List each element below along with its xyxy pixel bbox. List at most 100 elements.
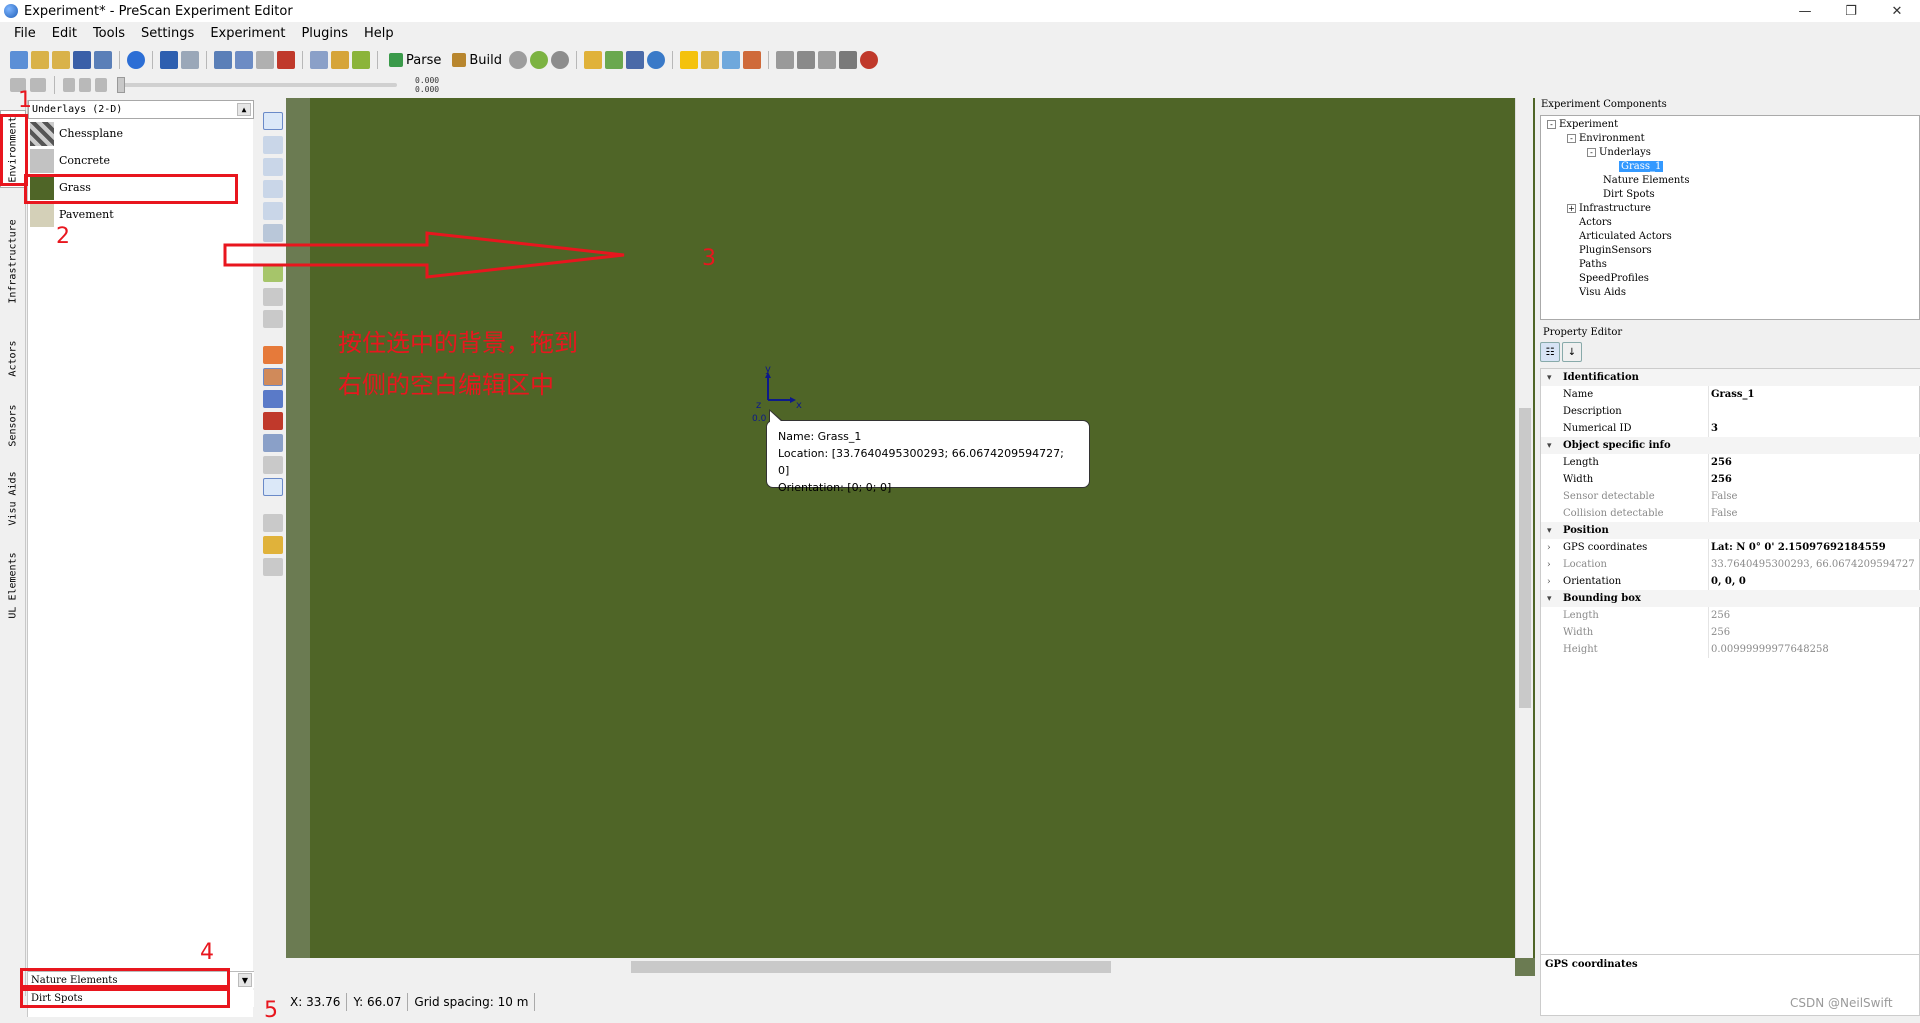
menu-edit[interactable]: Edit bbox=[44, 24, 85, 44]
tree-node-paths[interactable]: Paths bbox=[1579, 258, 1607, 272]
tab-infrastructure[interactable]: Infrastructure bbox=[0, 211, 26, 311]
help-icon[interactable] bbox=[127, 51, 145, 69]
tab-ul-elements[interactable]: UL Elements bbox=[0, 540, 26, 630]
curve-tool-icon[interactable] bbox=[263, 288, 283, 306]
spline-tool-icon[interactable] bbox=[263, 558, 283, 576]
printer-icon[interactable] bbox=[838, 51, 857, 69]
globe-gray-icon[interactable] bbox=[508, 51, 527, 69]
cut-icon[interactable] bbox=[214, 51, 232, 69]
save-as-icon[interactable] bbox=[94, 51, 112, 69]
play-icon[interactable] bbox=[63, 78, 75, 92]
parse-button[interactable]: Parse bbox=[385, 49, 445, 71]
library-item-chessplane[interactable]: Chessplane bbox=[30, 121, 230, 146]
property-row-sensor-detectable[interactable]: Sensor detectable False bbox=[1541, 488, 1920, 505]
sensor-tool-icon[interactable] bbox=[263, 346, 283, 364]
tree-node-underlays[interactable]: - Underlays bbox=[1587, 146, 1651, 160]
new-icon[interactable] bbox=[10, 51, 28, 69]
open-icon[interactable] bbox=[31, 51, 49, 69]
cloud-icon[interactable] bbox=[700, 51, 719, 69]
tree-node-experiment[interactable]: - Experiment bbox=[1547, 118, 1618, 132]
property-row-location[interactable]: › Location 33.7640495300293, 66.0674209594… bbox=[1541, 556, 1920, 573]
tree-node-articulated-actors[interactable]: Articulated Actors bbox=[1579, 230, 1672, 244]
tab-environment[interactable]: Environment bbox=[0, 110, 26, 188]
path-icon[interactable] bbox=[604, 51, 623, 69]
zoom-window-icon[interactable] bbox=[263, 180, 283, 198]
arc-tool-icon[interactable] bbox=[263, 456, 283, 474]
save-icon[interactable] bbox=[73, 51, 91, 69]
property-row-orientation[interactable]: › Orientation 0, 0, 0 bbox=[1541, 573, 1920, 590]
camera-tool-icon[interactable] bbox=[263, 390, 283, 408]
property-category-bounding-box[interactable]: ▾ Bounding box bbox=[1541, 590, 1920, 607]
canvas-vertical-scrollbar[interactable] bbox=[1515, 98, 1533, 958]
sphere-icon[interactable] bbox=[550, 51, 569, 69]
close-button[interactable]: ✕ bbox=[1874, 0, 1920, 22]
chart-icon[interactable] bbox=[775, 51, 794, 69]
horizontal-scroll-thumb[interactable] bbox=[631, 961, 1111, 973]
step-icon[interactable] bbox=[30, 78, 46, 92]
color-tool-icon[interactable] bbox=[263, 536, 283, 554]
collapse-up-icon[interactable]: ▲ bbox=[237, 103, 251, 116]
time-slider[interactable] bbox=[117, 77, 397, 93]
grass-underlay[interactable] bbox=[310, 98, 1535, 958]
sensor-tool-2-icon[interactable] bbox=[263, 368, 283, 386]
image-icon[interactable] bbox=[742, 51, 761, 69]
vertical-scroll-thumb[interactable] bbox=[1519, 408, 1531, 708]
menu-experiment[interactable]: Experiment bbox=[202, 24, 293, 44]
alphabetical-sort-icon[interactable]: ↓ bbox=[1562, 342, 1582, 362]
tab-actors[interactable]: Actors bbox=[0, 328, 26, 388]
time-slider-thumb[interactable] bbox=[117, 77, 125, 93]
open-folder-icon[interactable] bbox=[52, 51, 70, 69]
star-icon[interactable] bbox=[679, 51, 698, 69]
categorized-view-icon[interactable]: ☷ bbox=[1540, 342, 1560, 362]
grid-icon[interactable] bbox=[625, 51, 644, 69]
rewind-icon[interactable] bbox=[95, 78, 107, 92]
tree-node-grass-1[interactable]: Grass_1 bbox=[1619, 160, 1664, 174]
menu-settings[interactable]: Settings bbox=[133, 24, 202, 44]
zoom-fit-icon[interactable] bbox=[263, 202, 283, 220]
property-row-bbox-width[interactable]: Width 256 bbox=[1541, 624, 1920, 641]
library-item-grass[interactable]: Grass bbox=[30, 175, 230, 200]
camera-icon[interactable] bbox=[796, 51, 815, 69]
node-tool-icon[interactable] bbox=[263, 310, 283, 328]
property-row-numerical-id[interactable]: Numerical ID 3 bbox=[1541, 420, 1920, 437]
tree-node-environment[interactable]: - Environment bbox=[1567, 132, 1645, 146]
redo-icon[interactable] bbox=[181, 51, 199, 69]
build-button[interactable]: Build bbox=[448, 49, 506, 71]
number-tool-icon[interactable] bbox=[263, 514, 283, 532]
weather-icon[interactable] bbox=[721, 51, 740, 69]
select-all-icon[interactable] bbox=[310, 51, 328, 69]
property-row-gps[interactable]: › GPS coordinates Lat: N 0° 0' 2.150976921… bbox=[1541, 539, 1920, 556]
tree-node-actors[interactable]: Actors bbox=[1579, 216, 1612, 230]
property-row-collision-detectable[interactable]: Collision detectable False bbox=[1541, 505, 1920, 522]
radar-tool-icon[interactable] bbox=[263, 412, 283, 430]
property-category-object-info[interactable]: ▾ Object specific info bbox=[1541, 437, 1920, 454]
property-row-length[interactable]: Length 256 bbox=[1541, 454, 1920, 471]
ruler-icon[interactable] bbox=[583, 51, 602, 69]
tree-node-nature-elements[interactable]: Nature Elements bbox=[1603, 174, 1689, 188]
tree-node-speed-profiles[interactable]: SpeedProfiles bbox=[1579, 272, 1649, 286]
minimize-button[interactable]: — bbox=[1782, 0, 1828, 22]
menu-plugins[interactable]: Plugins bbox=[293, 24, 356, 44]
tree-expander[interactable]: - bbox=[1547, 120, 1556, 129]
menu-tools[interactable]: Tools bbox=[85, 24, 133, 44]
expand-down-icon[interactable]: ▼ bbox=[238, 973, 252, 987]
property-row-description[interactable]: Description bbox=[1541, 403, 1920, 420]
pointer-tool-icon[interactable] bbox=[263, 112, 283, 130]
undo-icon[interactable] bbox=[160, 51, 178, 69]
stack-icon[interactable] bbox=[817, 51, 836, 69]
globe-green-icon[interactable] bbox=[529, 51, 548, 69]
zoom-in-icon[interactable] bbox=[263, 136, 283, 154]
tree-node-visu-aids[interactable]: Visu Aids bbox=[1579, 286, 1626, 300]
bug-icon[interactable] bbox=[859, 51, 878, 69]
compass-icon[interactable] bbox=[646, 51, 665, 69]
tree-node-plugin-sensors[interactable]: PluginSensors bbox=[1579, 244, 1652, 258]
pencil-icon[interactable] bbox=[352, 51, 370, 69]
tree-expander[interactable]: - bbox=[1587, 148, 1596, 157]
canvas-horizontal-scrollbar[interactable] bbox=[286, 958, 1515, 976]
library-item-concrete[interactable]: Concrete bbox=[30, 148, 230, 173]
measure-tool-icon[interactable] bbox=[263, 434, 283, 452]
library-section-header[interactable]: Underlays (2-D) ▲ bbox=[28, 100, 254, 119]
tab-visu-aids[interactable]: Visu Aids bbox=[0, 462, 26, 534]
delete-icon[interactable] bbox=[277, 51, 295, 69]
library-section-nature[interactable]: Nature Elements ▼ bbox=[28, 971, 254, 988]
